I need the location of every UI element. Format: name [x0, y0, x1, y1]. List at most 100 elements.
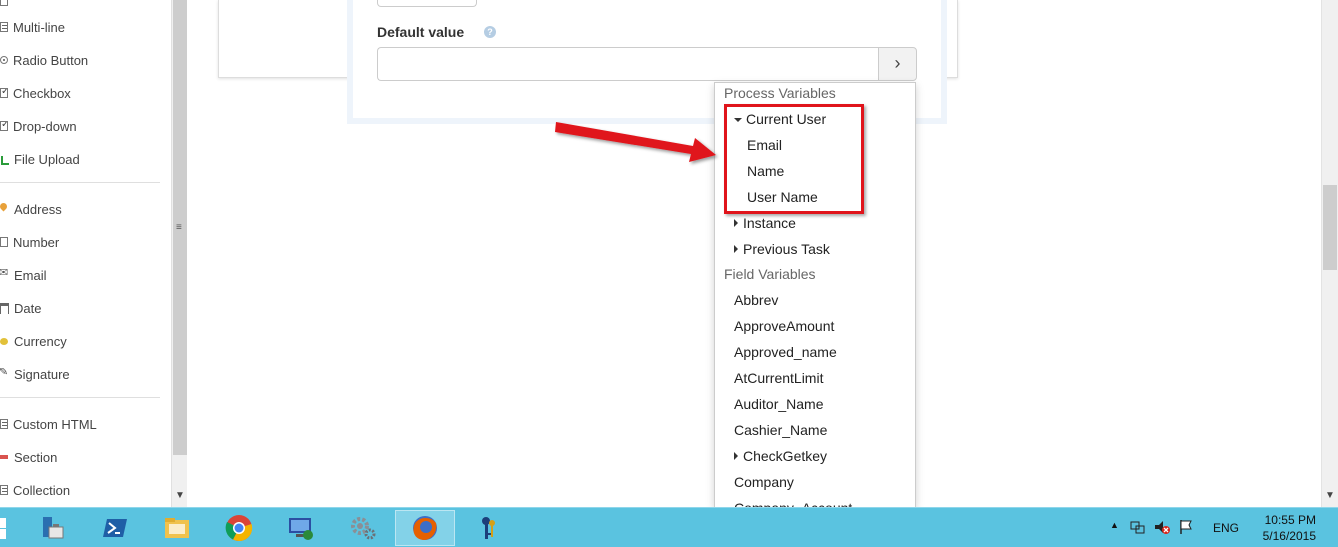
variable-item[interactable]: ApproveAmount — [734, 314, 834, 338]
upload-icon — [0, 153, 9, 165]
palette-item-date[interactable]: Date — [0, 298, 41, 318]
taskbar-chrome[interactable] — [209, 510, 269, 546]
palette-item-file-upload[interactable]: File Upload — [0, 149, 80, 169]
folder-icon — [165, 518, 189, 538]
annotation-arrow-icon — [555, 122, 716, 162]
variable-group-instance[interactable]: Instance — [734, 211, 796, 235]
palette-item-drop-down[interactable]: Drop-down — [0, 116, 77, 136]
variable-item[interactable]: Auditor_Name — [734, 392, 824, 416]
section-icon — [0, 451, 9, 463]
variable-item[interactable]: Cashier_Name — [734, 418, 827, 442]
variable-item[interactable]: Company_Account — [734, 496, 852, 507]
collection-icon — [0, 485, 8, 495]
chevron-down-icon[interactable]: ▼ — [1325, 490, 1335, 501]
chevron-down-icon[interactable]: ▼ — [175, 490, 185, 501]
variable-group-checkgetkey[interactable]: CheckGetkey — [734, 444, 827, 468]
variable-item[interactable]: AtCurrentLimit — [734, 366, 823, 390]
checkbox-icon — [0, 88, 8, 98]
taskbar-powershell[interactable] — [85, 510, 145, 546]
variable-picker-button[interactable]: › — [878, 47, 917, 81]
taskbar-keys-app[interactable] — [458, 510, 518, 546]
remote-desktop-icon — [289, 518, 313, 540]
palette-item-label: Custom HTML — [13, 416, 97, 432]
palette-item-label: Section — [14, 449, 58, 465]
taskbar: ▲ ENG 10:55 PM 5/16/2015 — [0, 507, 1338, 547]
clock-time[interactable]: 10:55 PM — [1256, 513, 1316, 527]
variable-group-label: Instance — [743, 215, 796, 231]
palette-item-email[interactable]: Email — [0, 265, 47, 285]
chevron-up-icon[interactable]: ▲ — [1110, 520, 1119, 530]
palette-item-section[interactable]: Section — [0, 447, 57, 467]
palette-scrollbar[interactable]: ≡ ▼ — [171, 0, 187, 507]
previous-field-input[interactable] — [377, 0, 477, 7]
envelope-icon — [0, 269, 9, 281]
annotation-highlight-box — [724, 104, 864, 214]
chrome-icon — [225, 515, 253, 542]
map-pin-icon — [0, 203, 9, 215]
network-icon[interactable] — [1130, 520, 1146, 536]
palette-item-collection[interactable]: Collection — [0, 480, 70, 500]
caret-right-icon — [734, 245, 738, 253]
palette-item-label: Multi-line — [13, 19, 66, 35]
windows-start-icon[interactable] — [0, 516, 14, 540]
number-icon — [0, 237, 8, 247]
clock-date[interactable]: 5/16/2015 — [1256, 529, 1316, 543]
palette-item-signature[interactable]: Signature — [0, 364, 70, 384]
system-tray: ▲ ENG 10:55 PM 5/16/2015 — [1108, 508, 1338, 547]
default-value-input[interactable] — [377, 47, 879, 81]
canvas-scrollbar[interactable]: ▼ — [1321, 0, 1338, 507]
palette-item-label: Currency — [14, 333, 67, 349]
grip-icon: ≡ — [176, 222, 182, 233]
variable-item[interactable]: Abbrev — [734, 288, 778, 312]
field-variables-header: Field Variables — [724, 266, 816, 282]
palette-item-label: Email — [14, 267, 47, 283]
palette-item-custom-html[interactable]: Custom HTML — [0, 414, 97, 434]
server-manager-icon — [43, 517, 64, 539]
palette-item-label: Date — [14, 300, 42, 316]
language-indicator[interactable]: ENG — [1213, 521, 1239, 535]
variable-item[interactable]: Approved_name — [734, 340, 837, 364]
variable-group-label: CheckGetkey — [743, 448, 828, 464]
palette-item-single-line[interactable] — [0, 0, 13, 11]
palette-item-label: Radio Button — [13, 52, 89, 68]
taskbar-server-manager[interactable] — [22, 510, 82, 546]
palette-item-number[interactable]: Number — [0, 232, 59, 252]
calendar-icon — [0, 302, 9, 314]
volume-muted-icon[interactable] — [1154, 519, 1170, 535]
caret-right-icon — [734, 219, 738, 227]
taskbar-file-explorer[interactable] — [147, 510, 207, 546]
taskbar-services[interactable] — [333, 510, 393, 546]
powershell-icon — [103, 519, 127, 537]
default-value-label: Default value — [377, 24, 465, 40]
palette-item-label: Signature — [14, 366, 70, 382]
field-palette: Multi-line Radio Button Checkbox Drop-do… — [0, 0, 171, 507]
palette-item-multi-line[interactable]: Multi-line — [0, 17, 65, 37]
taskbar-remote-desktop[interactable] — [271, 510, 331, 546]
palette-item-label: Collection — [13, 482, 71, 498]
textbox-icon — [0, 0, 8, 6]
multiline-icon — [0, 22, 8, 32]
key-icon — [482, 517, 495, 539]
palette-item-label: Number — [13, 234, 60, 250]
palette-item-currency[interactable]: Currency — [0, 331, 67, 351]
process-variables-header: Process Variables — [724, 85, 836, 101]
variable-item[interactable]: Company — [734, 470, 794, 494]
canvas-scroll-thumb[interactable] — [1323, 185, 1337, 270]
flag-icon[interactable] — [1178, 519, 1194, 535]
firefox-icon — [413, 516, 437, 540]
taskbar-firefox[interactable] — [395, 510, 455, 546]
palette-item-label: Drop-down — [13, 118, 77, 134]
caret-right-icon — [734, 452, 738, 460]
palette-item-label: File Upload — [14, 151, 80, 167]
variable-group-previous-task[interactable]: Previous Task — [734, 237, 830, 261]
palette-divider — [0, 182, 160, 183]
dropdown-icon — [0, 121, 8, 131]
palette-item-radio-button[interactable]: Radio Button — [0, 50, 88, 70]
palette-item-checkbox[interactable]: Checkbox — [0, 83, 71, 103]
palette-item-label: Address — [14, 201, 62, 217]
palette-item-address[interactable]: Address — [0, 199, 62, 219]
gear-icon — [351, 517, 376, 540]
help-icon[interactable]: ? — [484, 26, 496, 38]
screen: Multi-line Radio Button Checkbox Drop-do… — [0, 0, 1338, 547]
palette-item-label: Checkbox — [13, 85, 71, 101]
